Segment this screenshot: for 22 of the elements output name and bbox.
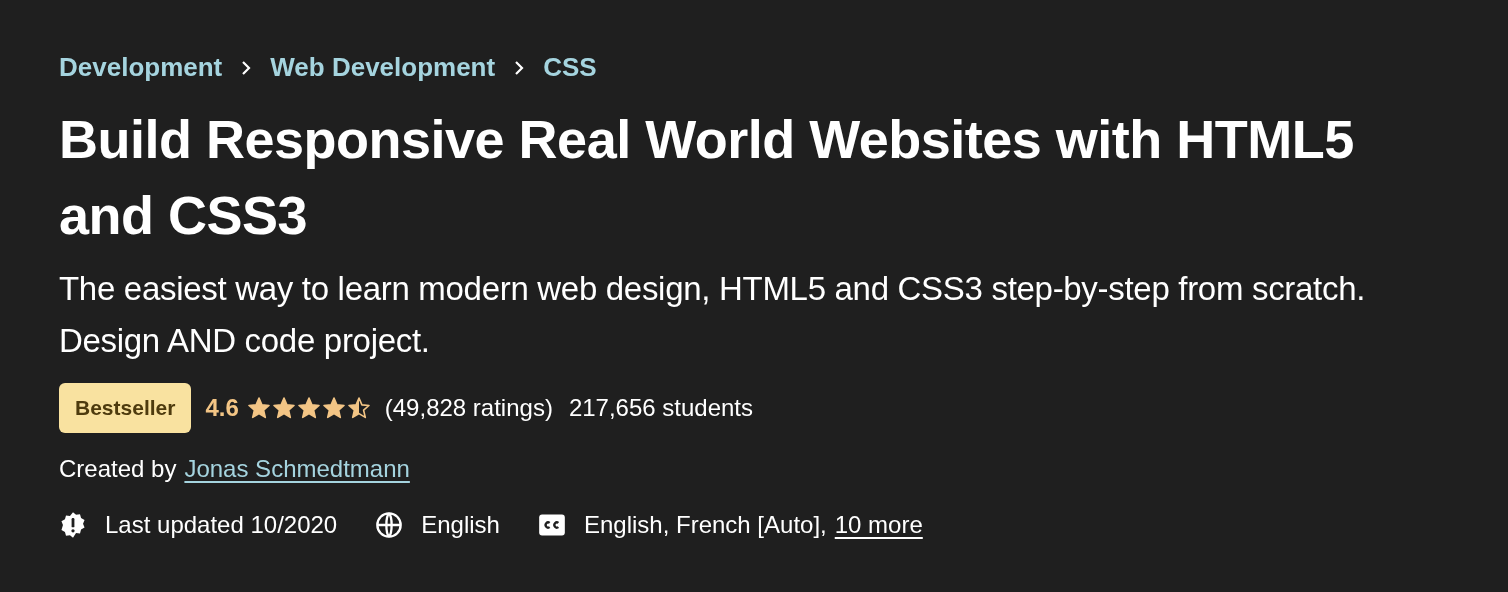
rating-value: 4.6 bbox=[205, 392, 239, 423]
star-icon bbox=[246, 395, 271, 420]
bestseller-badge: Bestseller bbox=[59, 383, 192, 433]
ratings-count[interactable]: (49,828 ratings) bbox=[384, 389, 553, 426]
breadcrumb-link[interactable]: Web Development bbox=[270, 48, 496, 87]
meta-text: English bbox=[421, 509, 500, 540]
breadcrumb-link[interactable]: Development bbox=[59, 48, 223, 87]
half-star-icon bbox=[346, 395, 371, 420]
course-subtitle: The easiest way to learn modern web design, HTML5 and CSS3 step-by-step from scratch. Design AND code project. bbox=[59, 269, 1367, 361]
star-icon bbox=[321, 395, 346, 420]
meta-text: Last updated 10/2020 bbox=[105, 509, 338, 540]
meta-text: English, French [Auto], bbox=[583, 509, 827, 540]
star-icon bbox=[271, 395, 296, 420]
course-title: Build Responsive Real World Websites with HTML5 and CSS3 bbox=[59, 108, 1355, 247]
breadcrumb-link[interactable]: CSS bbox=[543, 48, 597, 87]
globe-icon bbox=[375, 510, 404, 539]
alert-badge-icon bbox=[59, 510, 87, 539]
author-link[interactable]: Jonas Schmedtmann bbox=[184, 450, 410, 487]
more-languages-link[interactable]: 10 more bbox=[834, 506, 923, 543]
students-count: 217,656 students bbox=[568, 392, 754, 423]
created-by-label: Created by bbox=[59, 453, 177, 484]
star-icon bbox=[296, 395, 321, 420]
